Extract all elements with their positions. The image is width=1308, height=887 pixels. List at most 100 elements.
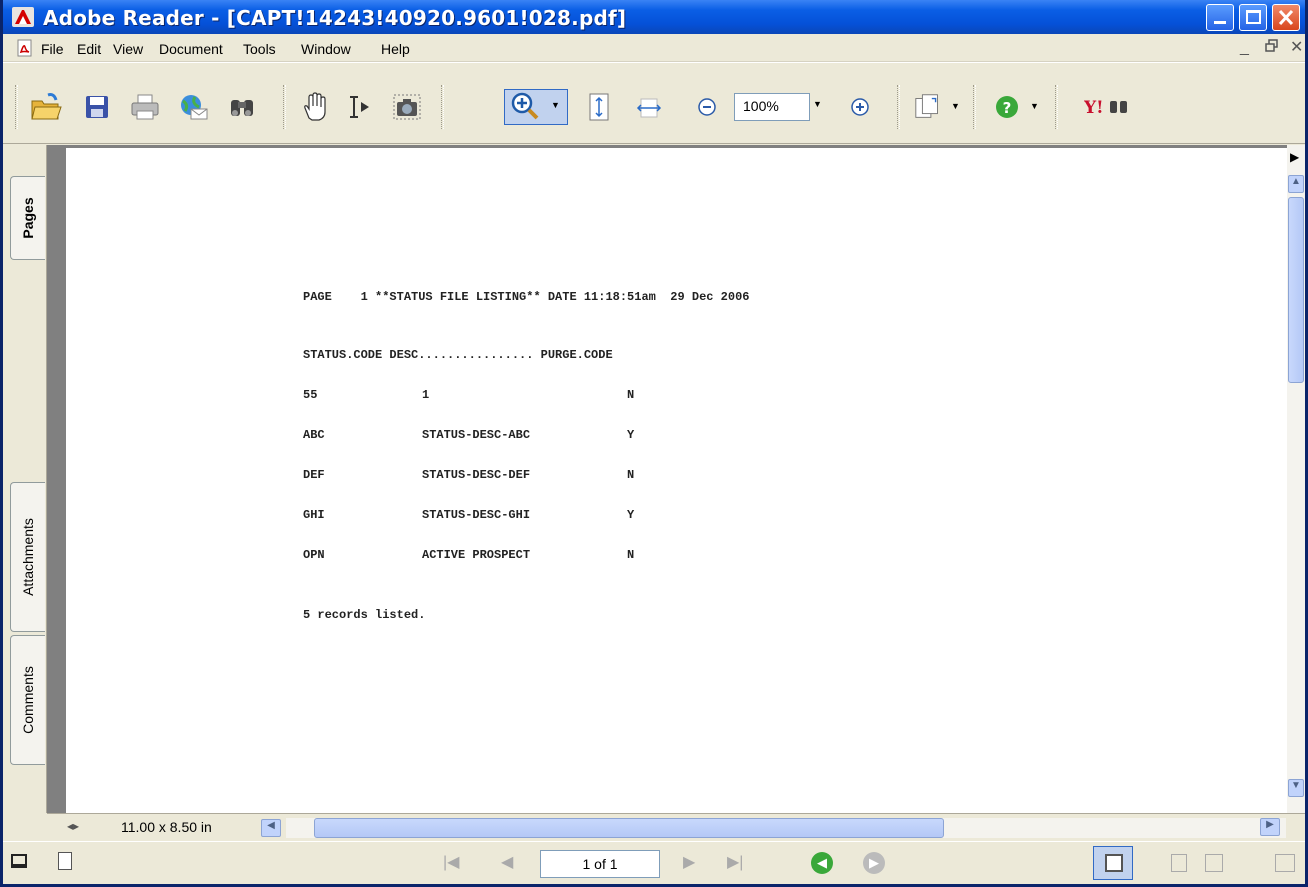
purge-code: Y [627,428,635,442]
doc-minimize-button[interactable]: _ [1240,39,1249,57]
last-page-icon[interactable]: ▶| [727,852,743,872]
chevron-down-icon[interactable]: ▼ [1030,101,1039,111]
zoom-out-button[interactable] [691,91,723,123]
status-desc: 1 [422,388,430,402]
fit-page-button[interactable] [583,91,615,123]
document-view[interactable]: PAGE 1 **STATUS FILE LISTING** DATE 11:1… [47,145,1287,813]
go-forward-button[interactable]: ▶ [863,852,885,874]
scroll-right-button[interactable]: ▶ [1260,818,1280,836]
menu-bar: File Edit View Document Tools Window Hel… [3,34,1305,62]
zoom-in-tool-button[interactable]: ▼ [504,89,568,125]
menu-document[interactable]: Document [159,41,223,57]
vertical-scrollbar[interactable]: ▶ ▲ ▼ [1287,145,1305,813]
app-window: Adobe Reader - [CAPT!14243!40920.9601!02… [0,0,1308,887]
facing-layout-icon[interactable] [1205,854,1223,872]
find-button[interactable] [226,91,258,123]
continuous-facing-layout-icon[interactable] [1275,854,1295,872]
text-cursor-icon [350,96,369,118]
status-code: 55 [303,388,318,402]
open-button[interactable] [30,91,62,123]
hand-icon [304,92,326,121]
yahoo-search-button[interactable]: Y! [1081,91,1137,123]
status-code: ABC [303,428,325,442]
toolbar-grip[interactable] [897,85,900,129]
select-text-button[interactable] [343,91,375,123]
single-page-view-icon[interactable] [11,854,27,868]
status-bar: |◀ ◀ 1 of 1 ▶ ▶| ◀ ▶ [3,841,1305,884]
svg-text:?: ? [1003,99,1012,117]
minimize-button[interactable] [1206,4,1234,31]
menu-window[interactable]: Window [301,41,351,57]
scroll-down-button[interactable]: ▼ [1288,779,1304,797]
tab-pages-label: Pages [20,197,36,239]
scroll-left-button[interactable]: ◀ [261,819,281,837]
help-button[interactable]: ? [991,91,1023,123]
menu-edit[interactable]: Edit [77,41,101,57]
purge-code: N [627,388,635,402]
single-page-icon [1105,854,1123,872]
horizontal-scroll-thumb[interactable] [314,818,944,838]
first-page-icon[interactable]: |◀ [443,852,459,872]
single-page-layout-button[interactable] [1093,846,1133,880]
page-number-input[interactable]: 1 of 1 [540,850,660,878]
chevron-down-icon: ▼ [551,100,560,110]
horizontal-scrollbar[interactable] [286,818,1286,838]
next-page-icon[interactable]: ▶ [683,852,695,872]
status-desc: STATUS-DESC-DEF [422,468,531,482]
table-row: DEF STATUS-DESC-DEF N [303,468,634,482]
minus-circle-icon [698,98,716,116]
snapshot-button[interactable] [391,91,423,123]
status-code: DEF [303,468,325,482]
menu-help[interactable]: Help [381,41,410,57]
zoom-level-input[interactable]: 100% [734,93,810,121]
adobe-reader-icon [12,7,34,27]
doc-close-button[interactable]: ✕ [1290,37,1303,57]
pdf-document-icon[interactable] [16,39,34,57]
zoom-in-button[interactable] [844,91,876,123]
page-layout-icon [915,94,938,118]
maximize-button[interactable] [1239,4,1267,31]
tab-attachments-label: Attachments [20,518,36,596]
save-icon [86,96,108,118]
toolbar-grip[interactable] [15,85,18,129]
menu-file[interactable]: File [41,41,64,57]
toolbar-grip[interactable] [1055,85,1058,129]
email-button[interactable] [177,91,209,123]
toolbar-grip[interactable] [283,85,286,129]
page-icon[interactable] [58,852,72,870]
previous-page-icon[interactable]: ◀ [501,852,513,872]
scroll-up-button[interactable]: ▲ [1288,175,1304,193]
toolbar-grip[interactable] [973,85,976,129]
go-back-button[interactable]: ◀ [811,852,833,874]
toolbar-grip[interactable] [441,85,444,129]
tab-comments[interactable]: Comments [10,635,45,765]
status-code: GHI [303,508,325,522]
tab-attachments[interactable]: Attachments [10,482,45,632]
chevron-down-icon[interactable]: ▼ [951,101,960,111]
splitter-handle-icon[interactable]: ◂▸ [67,819,79,833]
doc-restore-button[interactable] [1265,39,1279,53]
hand-tool-button[interactable] [299,91,331,123]
panel-options-arrow-icon[interactable]: ▶ [1290,150,1299,164]
vertical-scroll-thumb[interactable] [1288,197,1304,383]
purge-code: Y [627,508,635,522]
purge-code: N [627,548,635,562]
close-button[interactable] [1272,4,1300,31]
bottom-info-bar: ◂▸ 11.00 x 8.50 in ◀ ▶ [47,813,1305,841]
continuous-layout-icon[interactable] [1171,854,1187,872]
tab-pages[interactable]: Pages [10,176,45,260]
fit-width-button[interactable] [633,91,665,123]
printer-icon [131,94,159,120]
tab-comments-label: Comments [20,666,36,734]
menu-tools[interactable]: Tools [243,41,276,57]
menu-view[interactable]: View [113,41,143,57]
status-desc: STATUS-DESC-GHI [422,508,531,522]
zoom-dropdown-chevron-icon[interactable]: ▼ [813,99,822,109]
title-bar[interactable]: Adobe Reader - [CAPT!14243!40920.9601!02… [3,0,1305,34]
save-button[interactable] [81,91,113,123]
status-desc: STATUS-DESC-ABC [422,428,531,442]
svg-text:Y!: Y! [1084,98,1104,118]
print-button[interactable] [129,91,161,123]
rotate-pages-button[interactable] [913,91,945,123]
forward-arrow-icon: ▶ [869,855,879,870]
